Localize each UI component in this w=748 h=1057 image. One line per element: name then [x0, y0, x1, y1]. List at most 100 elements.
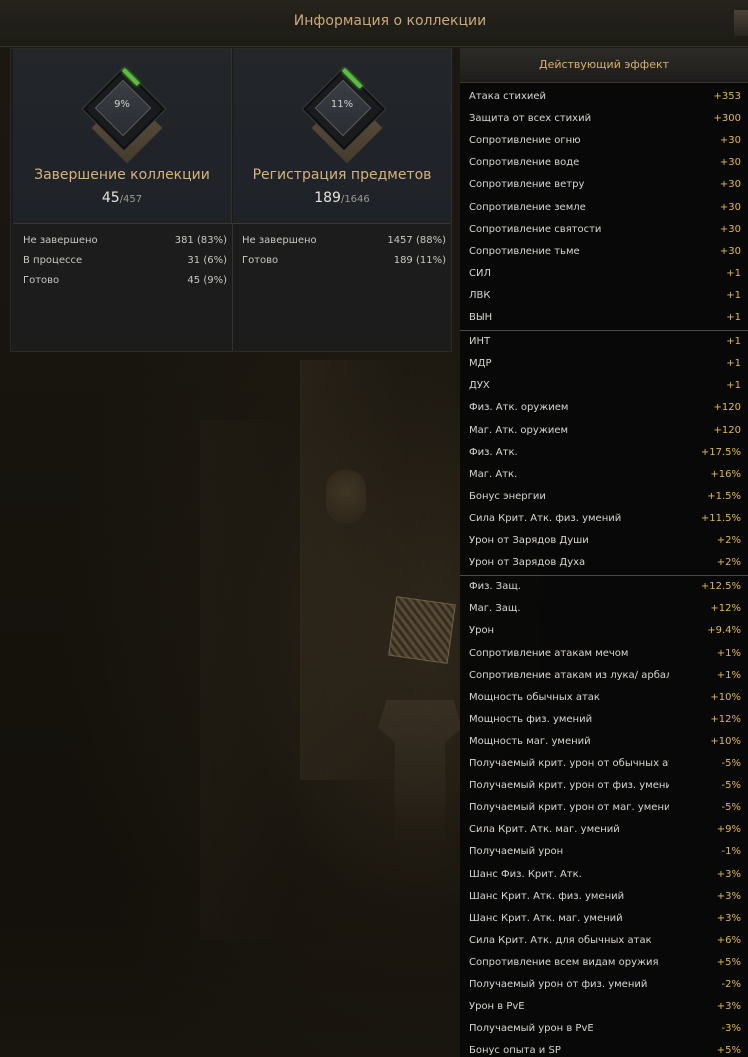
- effect-label: Шанс Крит. Атк. физ. умений: [469, 890, 625, 902]
- effect-label: Получаемый крит. урон от обычных ата: [469, 758, 669, 769]
- background-floor: [0, 880, 470, 1057]
- effect-row: Маг. Атк. +16%: [460, 464, 748, 486]
- active-effects-panel[interactable]: Действующий эффект Атака стихией +353 Защи…: [460, 48, 748, 1057]
- effect-label: Получаемый урон: [469, 846, 564, 858]
- effect-value: +1: [726, 267, 741, 279]
- stat-label: В процессе: [23, 255, 83, 266]
- completion-count-total: /457: [119, 194, 143, 205]
- effect-label: Маг. Атк. оружием: [469, 424, 569, 436]
- effect-label: Сопротивление ветру: [469, 179, 585, 191]
- effect-row: Сопротивление воде +30: [460, 152, 748, 174]
- stat-row: Готово 189 (11%): [242, 251, 446, 271]
- title-bar-ornament: [734, 10, 748, 36]
- effect-label: Бонус энергии: [469, 490, 546, 502]
- effect-label: Маг. Атк.: [469, 468, 518, 480]
- registration-count-total: /1646: [340, 194, 370, 205]
- background-emblem: [326, 470, 366, 524]
- effect-value: +12.5%: [700, 581, 741, 593]
- effect-row: ЛВК +1: [460, 285, 748, 307]
- collection-completion-card: 9% Завершение коллекции 45/457: [13, 49, 232, 223]
- effect-value: +120: [713, 402, 741, 414]
- effect-label: Сопротивление святости: [469, 223, 602, 235]
- effect-value: +30: [719, 157, 741, 169]
- completion-progress-diamond: 9%: [82, 67, 166, 164]
- effect-label: Бонус опыта и SP: [469, 1045, 561, 1057]
- effect-value: +3%: [716, 890, 741, 902]
- effect-row: Маг. Защ. +12%: [460, 598, 748, 620]
- effect-value: +1: [726, 289, 741, 301]
- effect-row: Шанс Крит. Атк. маг. умений +3%: [460, 908, 748, 930]
- background-chest-icon: [388, 596, 456, 664]
- effect-row: Бонус энергии +1.5%: [460, 486, 748, 508]
- effect-row: Маг. Атк. оружием +120: [460, 420, 748, 442]
- effect-value: +9.4%: [707, 625, 741, 637]
- effect-label: Сила Крит. Атк. физ. умений: [469, 512, 622, 524]
- effect-row: ДУХ +1: [460, 375, 748, 397]
- effect-value: +3%: [716, 1001, 741, 1013]
- effect-row: Защита от всех стихий +300: [460, 108, 748, 130]
- effect-value: -5%: [721, 802, 741, 814]
- effect-label: Мощность обычных атак: [469, 691, 600, 703]
- effect-value: +5%: [716, 1045, 741, 1057]
- effect-value: +11.5%: [700, 512, 741, 524]
- stat-value: 45 (9%): [187, 275, 227, 286]
- effect-row: Сила Крит. Атк. маг. умений +9%: [460, 819, 748, 841]
- effect-row: Сопротивление ветру +30: [460, 174, 748, 196]
- stat-label: Готово: [23, 275, 60, 286]
- effect-row: Сопротивление тьме +30: [460, 241, 748, 263]
- registration-percent: 11%: [330, 99, 354, 110]
- effect-label: Защита от всех стихий: [469, 113, 592, 125]
- effect-row: Сопротивление атакам мечом +1%: [460, 643, 748, 665]
- effect-row: Атака стихией +353: [460, 86, 748, 108]
- effect-label: Маг. Защ.: [469, 603, 521, 615]
- effect-value: +5%: [716, 956, 741, 968]
- collection-summary-panel: 9% Завершение коллекции 45/457 11% Регис…: [10, 48, 452, 352]
- effect-row: Получаемый крит. урон от обычных ата -5%: [460, 753, 748, 775]
- effect-value: +16%: [710, 468, 741, 480]
- registration-stats: Не завершено 1457 (88%) Готово 189 (11%): [242, 231, 446, 271]
- effect-row: Сопротивление атакам из лука/ арбале +1%: [460, 665, 748, 687]
- active-effects-header: Действующий эффект: [460, 48, 748, 83]
- registration-progress-diamond: 11%: [302, 67, 386, 164]
- effect-row: Шанс Физ. Крит. Атк. +3%: [460, 864, 748, 886]
- effect-row: Физ. Атк. оружием +120: [460, 397, 748, 419]
- window-title-bar: Информация о коллекции: [0, 0, 748, 47]
- stat-label: Не завершено: [242, 235, 317, 246]
- effect-value: +120: [713, 424, 741, 436]
- stat-row: Готово 45 (9%): [23, 271, 227, 291]
- effect-row: Сопротивление всем видам оружия +5%: [460, 952, 748, 974]
- effect-row: Сила Крит. Атк. физ. умений +11.5%: [460, 508, 748, 530]
- effect-label: ДУХ: [469, 380, 490, 392]
- effect-row: Сопротивление земле +30: [460, 197, 748, 219]
- effect-row: Мощность маг. умений +10%: [460, 731, 748, 753]
- effect-value: +1: [726, 358, 741, 370]
- effect-row: ВЫН +1: [460, 307, 748, 329]
- effect-label: Сопротивление тьме: [469, 245, 580, 257]
- stat-value: 1457 (88%): [387, 235, 446, 246]
- effect-label: МДР: [469, 358, 492, 370]
- effect-row: Физ. Атк. +17.5%: [460, 442, 748, 464]
- effect-value: -1%: [721, 846, 741, 858]
- effect-row: Получаемый урон в PvE -3%: [460, 1018, 748, 1040]
- completion-count: 45/457: [13, 187, 231, 206]
- effect-value: -5%: [721, 758, 741, 769]
- effect-value: +30: [719, 245, 741, 257]
- effect-label: Сопротивление всем видам оружия: [469, 956, 659, 968]
- effect-value: -5%: [721, 780, 741, 792]
- effect-label: Получаемый урон от физ. умений: [469, 979, 648, 990]
- stat-row: В процессе 31 (6%): [23, 251, 227, 271]
- effect-label: ИНТ: [469, 336, 491, 348]
- effect-value: +30: [719, 201, 741, 213]
- stat-value: 381 (83%): [174, 235, 227, 246]
- effect-label: Физ. Защ.: [469, 581, 521, 593]
- effect-value: +300: [713, 113, 741, 125]
- effect-value: +30: [719, 179, 741, 191]
- effect-label: Физ. Атк.: [469, 446, 518, 458]
- effect-value: -3%: [721, 1023, 741, 1035]
- effect-row: ИНТ +1: [460, 331, 748, 353]
- effect-label: ЛВК: [469, 289, 491, 301]
- effect-value: +10%: [710, 735, 741, 747]
- effect-value: +6%: [716, 934, 741, 946]
- effect-label: Сила Крит. Атк. для обычных атак: [469, 934, 652, 946]
- effect-value: +30: [719, 223, 741, 235]
